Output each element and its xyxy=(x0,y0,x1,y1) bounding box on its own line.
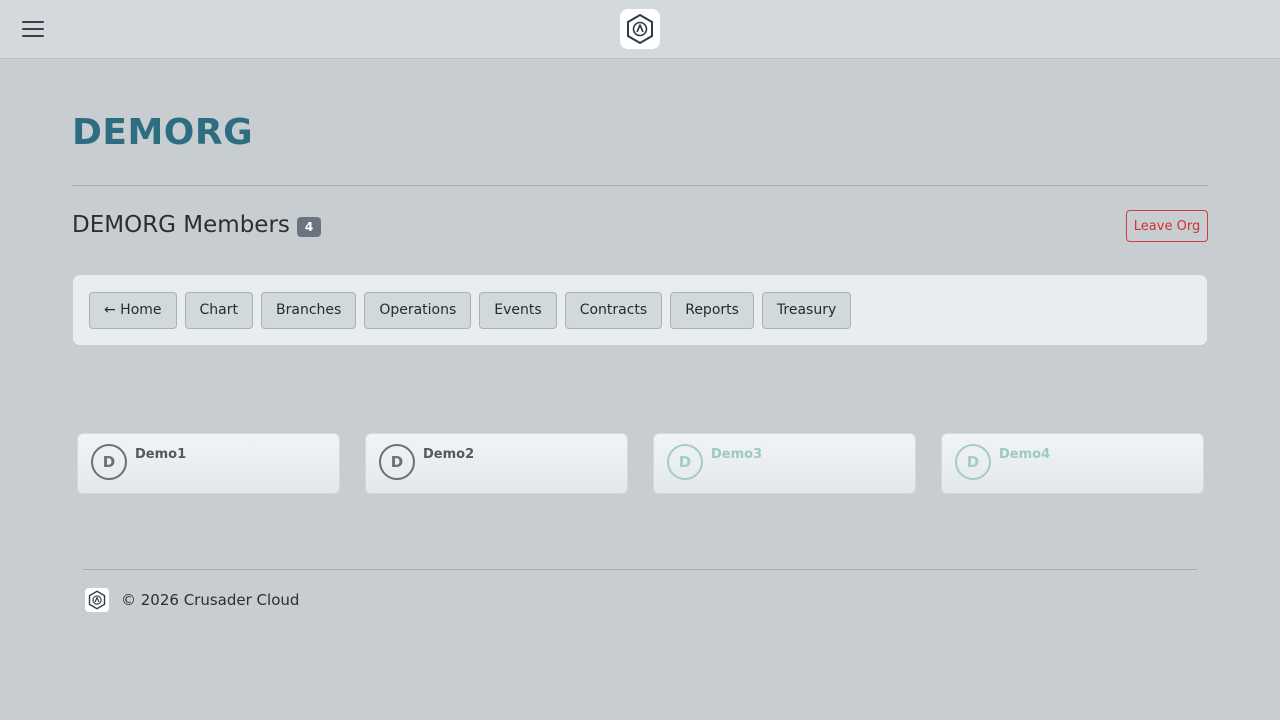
member-count-badge: 4 xyxy=(296,217,322,237)
treasury-button[interactable]: Treasury xyxy=(761,291,852,329)
leave-org-button[interactable]: Leave Org xyxy=(1126,210,1208,242)
top-navbar xyxy=(0,0,1280,59)
member-card[interactable]: D Demo2 xyxy=(365,433,628,494)
member-name: Demo4 xyxy=(999,447,1051,462)
avatar: D xyxy=(379,444,415,480)
member-list: D Demo1 D Demo2 D Demo3 D Demo4 xyxy=(77,433,1204,494)
events-button[interactable]: Events xyxy=(479,291,557,329)
member-name: Demo1 xyxy=(135,447,187,462)
avatar: D xyxy=(667,444,703,480)
member-card[interactable]: D Demo4 xyxy=(941,433,1204,494)
contracts-button[interactable]: Contracts xyxy=(564,291,663,329)
branches-button[interactable]: Branches xyxy=(261,291,357,329)
hamburger-menu-icon[interactable] xyxy=(20,18,46,40)
chart-button[interactable]: Chart xyxy=(184,291,254,329)
footer-divider xyxy=(83,569,1197,570)
footer-copyright: © 2026 Crusader Cloud xyxy=(121,590,300,609)
avatar: D xyxy=(91,444,127,480)
hexagon-logo-icon[interactable] xyxy=(620,9,660,49)
member-name: Demo2 xyxy=(423,447,475,462)
member-card[interactable]: D Demo1 xyxy=(77,433,340,494)
reports-button[interactable]: Reports xyxy=(670,291,754,329)
members-heading: DEMORG Members 4 xyxy=(72,212,322,238)
divider xyxy=(72,185,1208,186)
home-button[interactable]: ← Home xyxy=(89,291,177,329)
footer: © 2026 Crusader Cloud xyxy=(85,587,299,612)
avatar: D xyxy=(955,444,991,480)
org-title: DEMORG xyxy=(72,112,254,153)
member-name: Demo3 xyxy=(711,447,763,462)
org-nav-panel: ← Home Chart Branches Operations Events … xyxy=(73,275,1207,345)
members-heading-text: DEMORG Members xyxy=(72,212,290,238)
operations-button[interactable]: Operations xyxy=(364,291,472,329)
hexagon-logo-icon xyxy=(85,587,109,612)
member-card[interactable]: D Demo3 xyxy=(653,433,916,494)
